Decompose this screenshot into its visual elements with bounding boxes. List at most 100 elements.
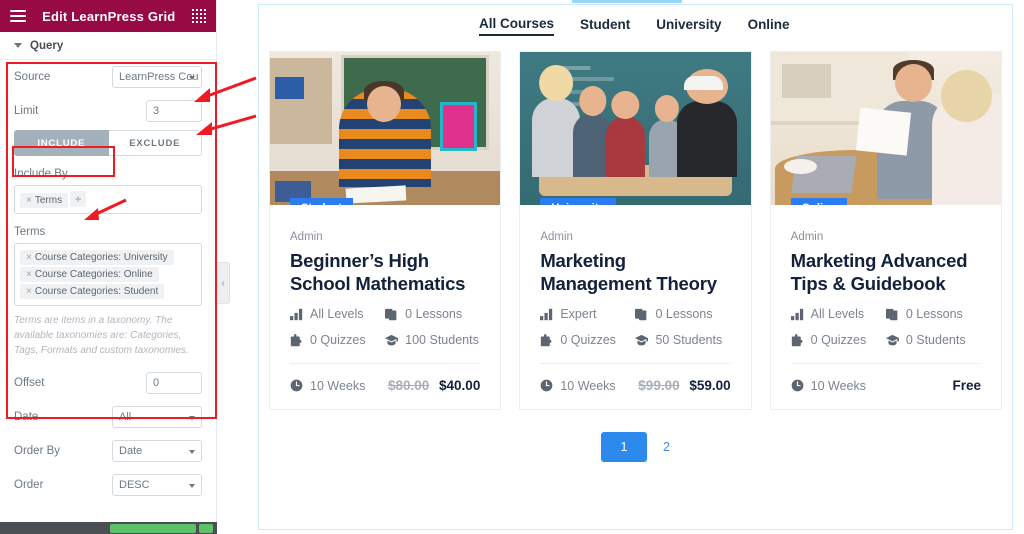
course-footer: 10 Weeks $80.00 $40.00: [290, 364, 480, 409]
course-duration: 10 Weeks: [290, 379, 365, 393]
course-meta: All Levels 0 Lessons 0 Quizzes 100 Stude…: [290, 307, 480, 359]
meta-students-label: 100 Students: [405, 333, 479, 348]
limit-input[interactable]: 3: [146, 100, 202, 122]
order-by-row: Order By Date: [14, 434, 202, 468]
meta-students-label: 0 Students: [905, 333, 966, 348]
term-tag[interactable]: × Course Categories: University: [20, 250, 174, 265]
term-label: Course Categories: University: [34, 252, 168, 263]
caret-down-icon: [14, 43, 22, 48]
course-card[interactable]: Student Admin Beginner’s High School Mat…: [269, 51, 502, 411]
widgets-grid-icon[interactable]: [191, 8, 206, 24]
students-icon: [635, 334, 649, 345]
meta-lessons-label: 0 Lessons: [655, 307, 713, 322]
tab-university[interactable]: University: [656, 17, 721, 35]
tab-student[interactable]: Student: [580, 17, 630, 35]
pagination: 1 2: [259, 432, 1012, 463]
course-price-old: $99.00: [638, 378, 680, 394]
course-price-old: $80.00: [387, 378, 430, 394]
meta-quizzes: 0 Quizzes: [540, 333, 635, 347]
meta-lessons-label: 0 Lessons: [905, 307, 963, 322]
clock-icon: [540, 379, 553, 392]
course-title[interactable]: Marketing Management Theory: [540, 250, 730, 295]
term-tag[interactable]: × Course Categories: Student: [20, 284, 165, 299]
course-duration: 10 Weeks: [540, 379, 616, 393]
course-card[interactable]: Online Admin Marketing Advanced Tips & G…: [769, 51, 1002, 411]
hamburger-icon[interactable]: [10, 10, 26, 22]
course-author: Admin: [290, 231, 323, 243]
term-tag[interactable]: × Course Categories: Online: [20, 267, 159, 282]
course-title[interactable]: Marketing Advanced Tips & Guidebook: [791, 250, 981, 295]
meta-lessons: 0 Lessons: [385, 307, 480, 321]
source-label: Source: [14, 71, 51, 83]
panel-collapse-handle[interactable]: ‹: [217, 262, 230, 304]
order-label: Order: [14, 479, 44, 491]
include-tab[interactable]: INCLUDE: [14, 130, 109, 156]
remove-icon[interactable]: ×: [26, 195, 32, 206]
course-thumbnail[interactable]: Online: [770, 52, 1001, 205]
source-select[interactable]: LearnPress Cou: [112, 66, 202, 88]
include-exclude-toggle: INCLUDE EXCLUDE: [14, 130, 202, 156]
tab-all-courses[interactable]: All Courses: [479, 16, 555, 36]
page-2-button[interactable]: 2: [663, 440, 670, 454]
terms-helper-text: Terms are items in a taxonomy. The avail…: [14, 315, 189, 356]
meta-students: 50 Students: [635, 333, 730, 347]
course-title[interactable]: Beginner’s High School Mathematics: [290, 250, 480, 295]
course-footer: 10 Weeks Free: [791, 364, 981, 409]
remove-icon[interactable]: ×: [26, 252, 32, 263]
date-select[interactable]: All: [112, 406, 202, 428]
tab-online[interactable]: Online: [748, 17, 790, 35]
category-badge[interactable]: Student: [290, 198, 353, 205]
category-badge[interactable]: University: [540, 198, 616, 205]
order-by-label: Order By: [14, 445, 61, 457]
clock-icon: [290, 379, 303, 392]
term-label: Course Categories: Student: [34, 286, 159, 297]
remove-icon[interactable]: ×: [26, 286, 32, 297]
offset-input[interactable]: 0: [146, 372, 202, 394]
publish-options-button[interactable]: [199, 523, 213, 533]
course-duration: 10 Weeks: [791, 379, 866, 393]
terms-label: Terms: [14, 226, 46, 238]
terms-field[interactable]: × Course Categories: University × Course…: [14, 243, 202, 306]
category-badge[interactable]: Online: [790, 198, 847, 205]
course-card[interactable]: University Admin Marketing Management Th…: [519, 51, 752, 411]
source-value: LearnPress Cou: [119, 71, 199, 83]
meta-level-label: Expert: [560, 307, 597, 322]
order-by-select[interactable]: Date: [112, 440, 202, 462]
tag-terms[interactable]: × Terms: [20, 193, 69, 208]
course-card-body: Admin Beginner’s High School Mathematics…: [270, 205, 500, 409]
term-label: Course Categories: Online: [34, 269, 153, 280]
chevron-down-icon: [189, 450, 195, 454]
lessons-icon: [385, 308, 397, 320]
limit-label: Limit: [14, 105, 39, 117]
course-grid-preview: All Courses Student University Online St…: [258, 0, 1013, 530]
panel-footer: [0, 522, 217, 534]
page-1-button[interactable]: 1: [601, 432, 648, 463]
exclude-tab[interactable]: EXCLUDE: [108, 130, 202, 156]
meta-quizzes-label: 0 Quizzes: [560, 333, 616, 348]
order-row: Order DESC: [14, 468, 202, 502]
meta-lessons: 0 Lessons: [635, 307, 730, 321]
lessons-icon: [635, 308, 647, 320]
order-value: DESC: [119, 479, 150, 491]
meta-quizzes-label: 0 Quizzes: [310, 333, 366, 348]
course-thumbnail[interactable]: University: [520, 52, 751, 205]
course-meta: Expert 0 Lessons 0 Quizzes 50 Students: [540, 307, 730, 359]
meta-students: 0 Students: [885, 333, 981, 348]
plus-icon[interactable]: +: [70, 190, 87, 207]
remove-icon[interactable]: ×: [26, 269, 32, 280]
order-select[interactable]: DESC: [112, 474, 202, 496]
meta-lessons: 0 Lessons: [885, 307, 981, 322]
widget-selection-indicator: [572, 0, 682, 3]
date-label: Date: [14, 411, 39, 423]
include-by-field[interactable]: × Terms +: [14, 185, 202, 214]
course-thumbnail[interactable]: Student: [270, 52, 501, 205]
levels-icon: [290, 308, 303, 320]
panel-header: Edit LearnPress Grid: [0, 0, 216, 32]
quizzes-icon: [290, 333, 302, 346]
students-group-photo: [520, 52, 751, 205]
course-price-current: $59.00: [689, 378, 731, 394]
offset-label: Offset: [14, 377, 45, 389]
publish-button[interactable]: [110, 523, 196, 533]
tag-label: Terms: [34, 195, 63, 206]
query-section-header[interactable]: Query: [0, 32, 216, 60]
